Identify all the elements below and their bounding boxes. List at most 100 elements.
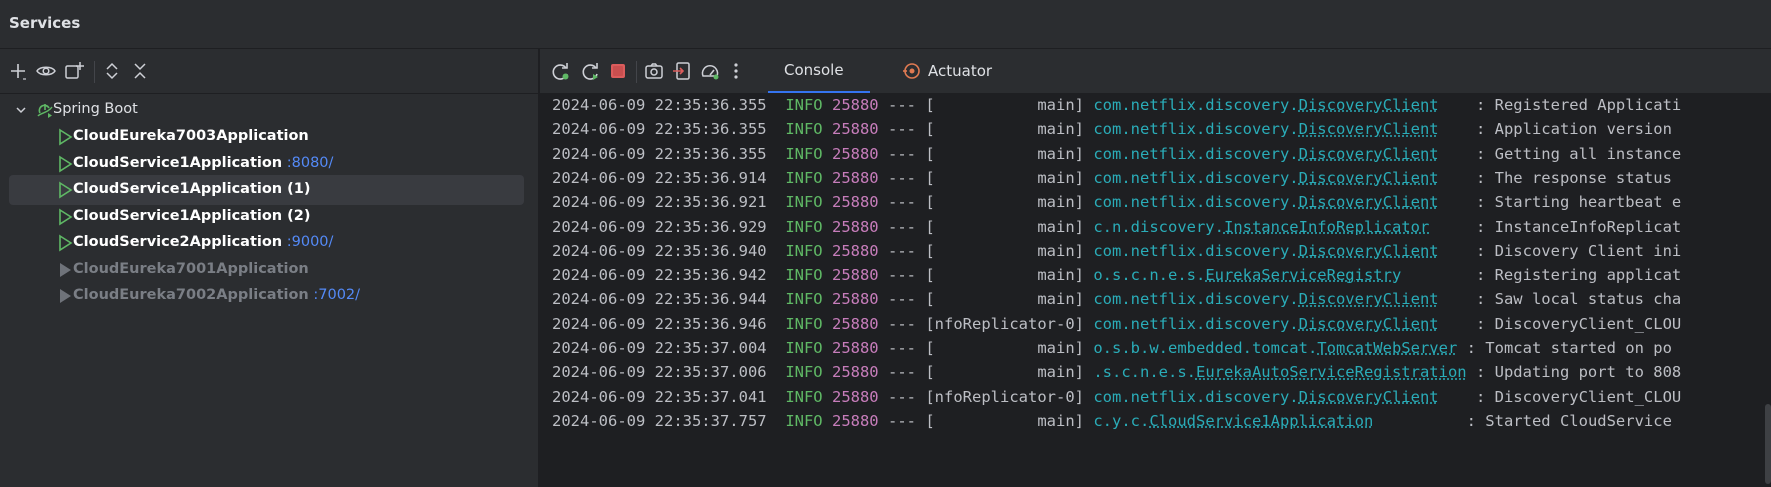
service-item[interactable]: CloudService1Application (2) — [9, 202, 524, 232]
log-message: : Saw local status cha — [1475, 290, 1682, 309]
tree-root-label: Spring Boot — [53, 101, 138, 117]
rerun-icon[interactable] — [546, 57, 574, 85]
log-thread: [ main] — [925, 168, 1084, 187]
restart-icon[interactable] — [576, 57, 604, 85]
log-line: 2024-06-09 22:35:36.940 INFO 25880 --- [… — [552, 239, 1681, 263]
logger-class-link[interactable]: DiscoveryClient — [1299, 120, 1439, 138]
stop-icon[interactable] — [604, 57, 632, 85]
eye-icon[interactable] — [32, 57, 60, 85]
profiler-icon[interactable] — [696, 57, 724, 85]
log-separator: --- — [888, 168, 916, 187]
log-thread: [ main] — [925, 339, 1084, 357]
log-timestamp: 2024-06-09 22:35:36.921 — [552, 193, 767, 212]
logger-class-link[interactable]: DiscoveryClient — [1299, 193, 1439, 211]
expand-all-icon[interactable] — [98, 57, 126, 85]
add-icon[interactable] — [4, 57, 32, 85]
logger-class-link[interactable]: DiscoveryClient — [1299, 96, 1439, 114]
log-message: : Started CloudService — [1466, 411, 1672, 430]
service-item[interactable]: CloudEureka7002Application :7002/ — [9, 281, 524, 311]
log-thread: [ main] — [925, 96, 1084, 114]
service-item[interactable]: CloudEureka7003Application — [9, 122, 524, 152]
log-timestamp: 2024-06-09 22:35:36.914 — [552, 168, 767, 187]
log-level: INFO — [785, 193, 823, 212]
stopped-status-icon — [60, 289, 71, 303]
logger-class-link[interactable]: EurekaServiceRegistry — [1205, 266, 1401, 284]
tab-console[interactable]: Console — [768, 49, 870, 93]
log-separator: --- — [888, 217, 916, 236]
service-name: CloudEureka7002Application :7002/ — [73, 287, 360, 303]
screenshot-icon[interactable] — [640, 57, 668, 85]
log-pid: 25880 — [831, 339, 879, 357]
run-status-icon — [59, 181, 73, 199]
stopped-status-icon — [60, 262, 71, 277]
run-status-icon — [59, 128, 73, 146]
logger-class-link[interactable]: InstanceInfoReplicator — [1224, 218, 1429, 236]
log-pid: 25880 — [831, 363, 879, 382]
log-pid: 25880 — [831, 193, 879, 212]
log-pid: 25880 — [831, 241, 879, 260]
log-pid: 25880 — [831, 266, 879, 285]
log-message: : InstanceInfoReplicat — [1475, 217, 1682, 236]
log-logger: o.s.b.w.embedded.tomcat.TomcatWebServer — [1093, 339, 1457, 357]
service-item[interactable]: CloudService1Application (1) — [9, 175, 524, 205]
log-level: INFO — [785, 217, 823, 236]
log-line: 2024-06-09 22:35:36.914 INFO 25880 --- [… — [552, 166, 1672, 190]
logger-class-link[interactable]: DiscoveryClient — [1299, 242, 1439, 260]
logger-class-link[interactable]: DiscoveryClient — [1299, 388, 1439, 406]
tree-root-spring-boot[interactable]: Spring Boot — [9, 95, 524, 125]
logger-class-link[interactable]: DiscoveryClient — [1299, 169, 1439, 187]
toolbar-separator — [94, 61, 95, 83]
log-separator: --- — [888, 290, 916, 309]
log-thread: [nfoReplicator-0] — [925, 387, 1084, 406]
logger-class-link[interactable]: DiscoveryClient — [1299, 145, 1439, 163]
log-line: 2024-06-09 22:35:36.355 INFO 25880 --- [… — [552, 117, 1672, 141]
log-timestamp: 2024-06-09 22:35:36.355 — [552, 96, 767, 114]
log-logger: c.y.c.CloudService1Application — [1093, 412, 1373, 430]
service-name-text: CloudService1Application (1) — [73, 181, 311, 197]
logger-class-link[interactable]: DiscoveryClient — [1299, 315, 1439, 333]
log-thread: [ main] — [925, 290, 1084, 309]
service-port-link[interactable]: :9000/ — [282, 234, 334, 250]
chevron-down-icon[interactable] — [13, 102, 29, 118]
collapse-all-icon[interactable] — [126, 57, 154, 85]
service-port-link[interactable]: :8080/ — [282, 155, 334, 171]
console-scrollbar[interactable] — [1765, 404, 1771, 484]
logger-package: com.netflix.discovery. — [1093, 193, 1299, 212]
service-port-link[interactable]: :7002/ — [309, 287, 360, 303]
tab-actuator[interactable]: Actuator — [902, 49, 992, 93]
log-thread: [ main] — [925, 266, 1084, 285]
log-separator: --- — [888, 241, 916, 260]
more-icon[interactable] — [722, 57, 750, 85]
console-output[interactable]: 2024-06-09 22:35:36.355 INFO 25880 --- [… — [540, 94, 1771, 487]
log-pid: 25880 — [831, 387, 879, 406]
log-pid: 25880 — [831, 314, 879, 333]
service-item[interactable]: CloudService1Application :8080/ — [9, 149, 524, 179]
service-name-text: CloudService2Application — [73, 234, 283, 250]
logger-class-link[interactable]: DiscoveryClient — [1299, 290, 1439, 308]
log-pid: 25880 — [831, 411, 879, 430]
logger-class-link[interactable]: CloudService1Application — [1149, 412, 1373, 430]
service-item[interactable]: CloudService2Application :9000/ — [9, 228, 524, 258]
tab-actuator-label: Actuator — [928, 62, 993, 80]
log-level: INFO — [785, 387, 823, 406]
log-logger: .s.c.n.e.s.EurekaAutoServiceRegistration — [1093, 363, 1466, 381]
log-level: INFO — [785, 120, 823, 139]
run-status-icon — [59, 208, 73, 225]
log-line: 2024-06-09 22:35:37.041 INFO 25880 --- [… — [552, 385, 1681, 409]
log-message: : Updating port to 808 — [1475, 363, 1682, 382]
spring-boot-icon — [37, 104, 53, 118]
attach-icon[interactable] — [668, 57, 696, 85]
log-logger: com.netflix.discovery.DiscoveryClient — [1093, 145, 1438, 163]
logger-class-link[interactable]: TomcatWebServer — [1317, 339, 1457, 357]
log-separator: --- — [888, 144, 916, 163]
logger-class-link[interactable]: EurekaAutoServiceRegistration — [1196, 363, 1467, 381]
log-level: INFO — [785, 144, 823, 163]
log-pid: 25880 — [831, 120, 879, 139]
log-level: INFO — [785, 168, 823, 187]
service-item[interactable]: CloudEureka7001Application — [9, 255, 524, 285]
new-group-icon[interactable] — [60, 57, 88, 85]
logger-package: o.s.c.n.e.s. — [1093, 266, 1206, 285]
logger-package: com.netflix.discovery. — [1093, 144, 1299, 163]
log-message: : Getting all instance — [1475, 144, 1682, 163]
log-thread: [nfoReplicator-0] — [925, 314, 1084, 333]
